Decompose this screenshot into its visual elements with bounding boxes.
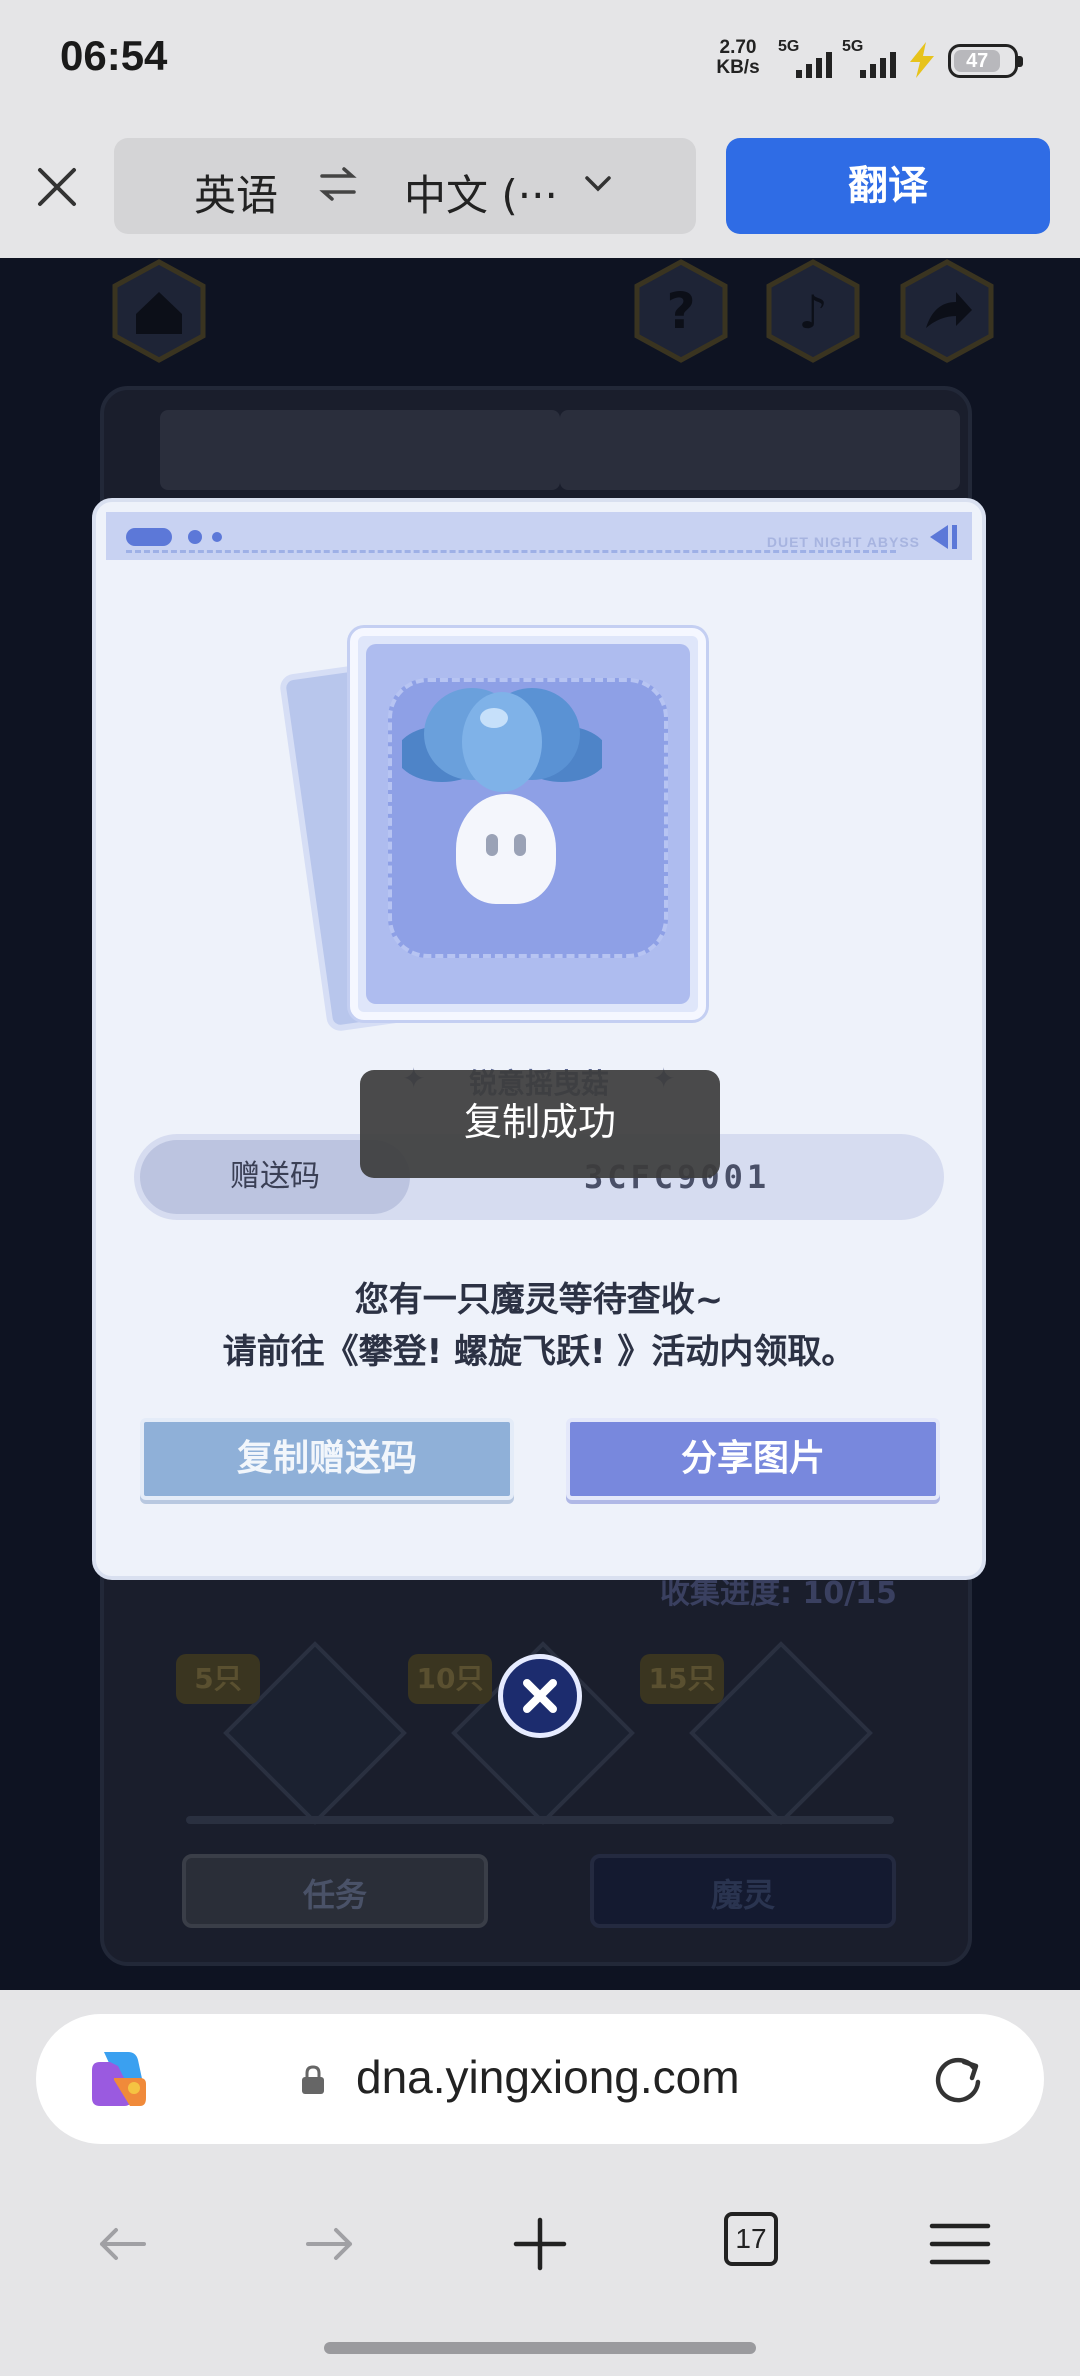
browser-bottom-bar: dna.yingxiong.com 17: [0, 1990, 1080, 2376]
copy-code-button[interactable]: 复制赠送码: [140, 1418, 514, 1500]
forward-icon[interactable]: [298, 2212, 362, 2276]
back-icon[interactable]: [90, 2212, 154, 2276]
status-time: 06:54: [60, 32, 168, 79]
target-language[interactable]: 中文 (···: [404, 162, 558, 223]
gift-code-modal: DUET NIGHT ABYSS 赠送码 您有一只魔灵等待查收~ 请前往《攀登!…: [92, 498, 986, 1580]
message-line-2: 请前往《攀登! 螺旋飞跃! 》活动内领取。: [222, 1332, 856, 1372]
help-icon: ?: [634, 259, 728, 363]
share-image-button[interactable]: 分享图片: [566, 1418, 940, 1500]
signal-1: 5G: [778, 38, 838, 78]
source-language[interactable]: 英语: [194, 162, 278, 223]
new-tab-icon[interactable]: [508, 2212, 572, 2276]
status-bar: 06:54 2.70 KB/s 5G 5G 47: [0, 0, 1080, 120]
milestone-tag: 5只: [176, 1654, 260, 1704]
message-line-1: 您有一只魔灵等待查收~: [354, 1280, 724, 1320]
task-tab: 任务: [182, 1854, 488, 1928]
menu-icon[interactable]: [928, 2212, 992, 2276]
swap-icon[interactable]: [318, 166, 358, 202]
toast-message: 复制成功: [360, 1070, 720, 1178]
mushroom-character-image: [402, 688, 602, 792]
music-icon: ♪: [766, 259, 860, 363]
tabs-icon[interactable]: 17: [724, 2212, 778, 2266]
character-card: [278, 612, 712, 1033]
modal-close-button[interactable]: [498, 1654, 582, 1738]
chevron-down-icon[interactable]: [584, 174, 612, 194]
lock-icon: [302, 2065, 324, 2094]
translate-bar: 英语 中文 (··· 翻译: [0, 120, 1080, 258]
svg-text:♪: ♪: [798, 285, 827, 339]
home-icon: [112, 259, 206, 363]
close-icon[interactable]: [503, 1659, 577, 1733]
brand-text: DUET NIGHT ABYSS: [766, 534, 920, 550]
address-bar[interactable]: dna.yingxiong.com: [36, 2014, 1044, 2144]
modal-header: DUET NIGHT ABYSS: [106, 512, 972, 560]
battery-indicator: 47: [948, 44, 1023, 78]
network-speed: 2.70 KB/s: [716, 37, 760, 78]
translate-button[interactable]: 翻译: [726, 138, 1050, 234]
milestone-tag: 15只: [640, 1654, 724, 1704]
home-indicator[interactable]: [324, 2342, 756, 2354]
milestone-tag: 10只: [408, 1654, 492, 1704]
share-icon: [900, 259, 994, 363]
browser-nav-row: 17: [0, 2190, 1080, 2290]
reload-icon[interactable]: [928, 2050, 988, 2110]
url-text[interactable]: dna.yingxiong.com: [356, 2050, 740, 2104]
language-selector[interactable]: 英语 中文 (···: [114, 138, 696, 234]
triangle-icon: [930, 525, 957, 549]
signal-bars-icon: [860, 52, 896, 78]
svg-text:?: ?: [666, 282, 695, 340]
spirit-tab: 魔灵: [590, 1854, 896, 1928]
charging-icon: [910, 42, 934, 78]
signal-bars-icon: [796, 52, 832, 78]
copilot-icon[interactable]: [84, 2044, 154, 2114]
signal-2: 5G: [842, 38, 902, 78]
close-icon[interactable]: [30, 160, 84, 214]
